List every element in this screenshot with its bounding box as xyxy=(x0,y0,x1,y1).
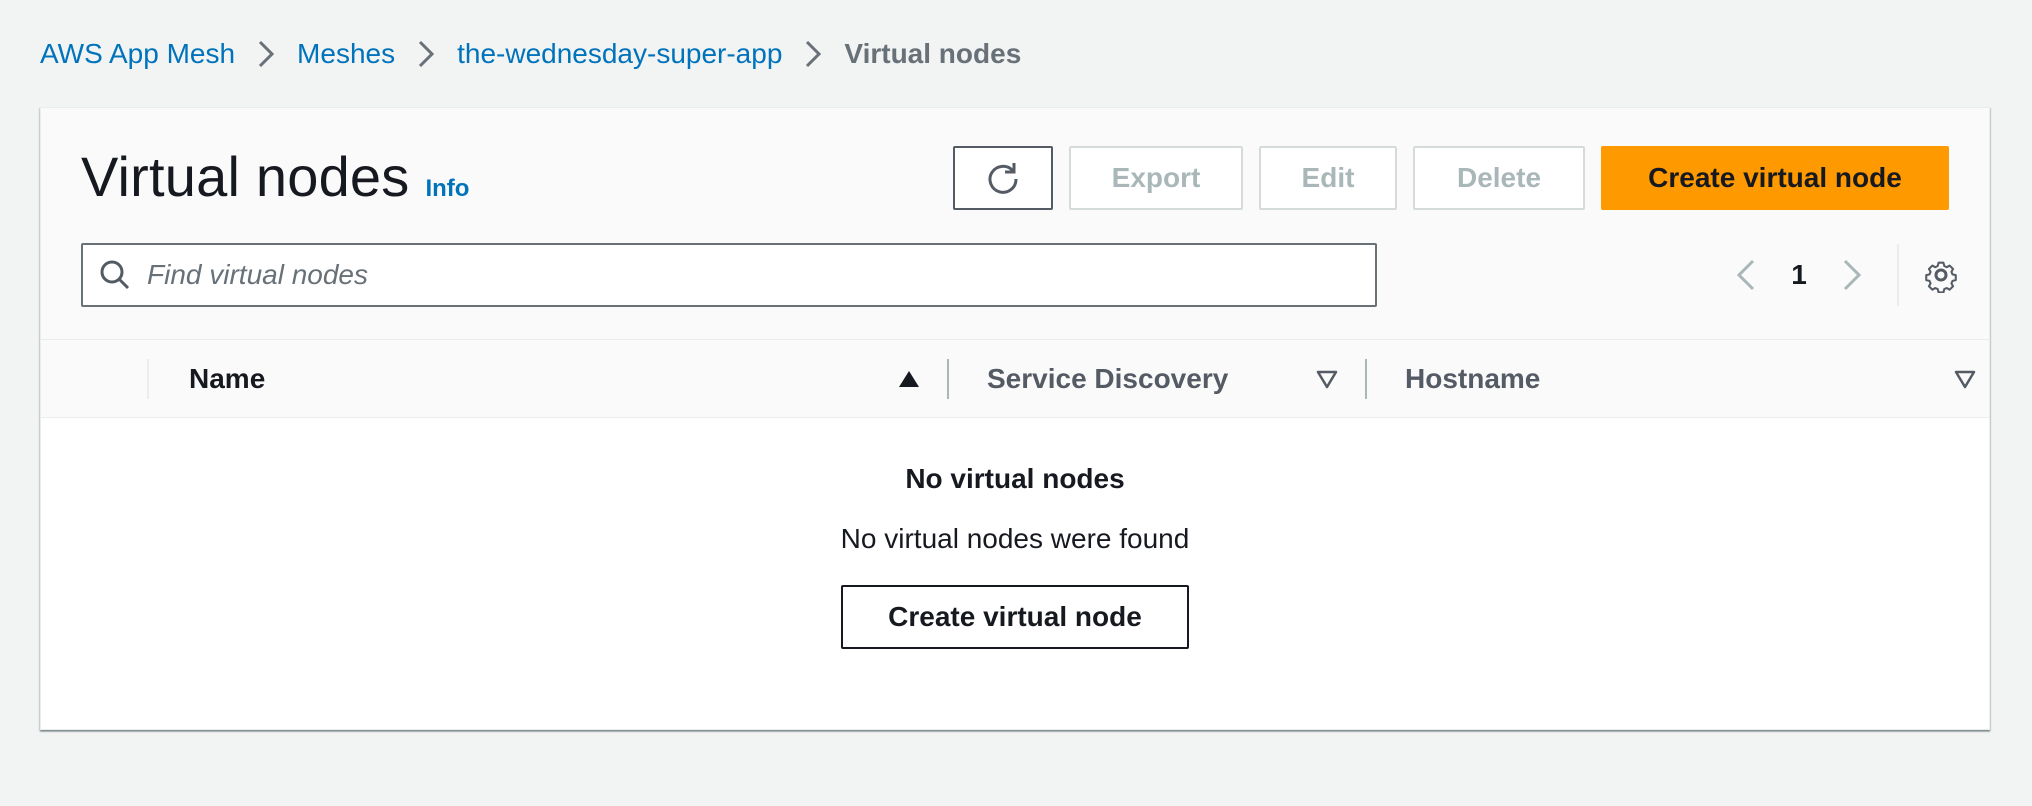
column-hostname-label: Hostname xyxy=(1405,363,1541,394)
info-link[interactable]: Info xyxy=(425,175,469,203)
column-header-service-discovery[interactable]: Service Discovery xyxy=(987,340,1228,418)
next-page-button[interactable] xyxy=(1827,243,1877,307)
empty-state: No virtual nodes No virtual nodes were f… xyxy=(41,419,1989,729)
breadcrumb-meshes[interactable]: Meshes xyxy=(297,38,395,70)
search-input[interactable] xyxy=(147,247,1347,303)
previous-page-button[interactable] xyxy=(1721,243,1771,307)
column-header-hostname[interactable]: Hostname xyxy=(1405,340,1540,418)
chevron-right-icon xyxy=(782,34,844,74)
column-header-name[interactable]: Name xyxy=(189,340,265,418)
chevron-right-icon xyxy=(1843,259,1862,291)
sort-ascending-icon[interactable] xyxy=(897,367,921,391)
breadcrumb-mesh[interactable]: the-wednesday-super-app xyxy=(457,38,782,70)
column-name-label: Name xyxy=(189,363,266,394)
preferences-button[interactable] xyxy=(1919,253,1963,297)
title-row: Virtual nodes Info xyxy=(81,144,469,214)
page-title: Virtual nodes xyxy=(81,145,410,208)
page-number[interactable]: 1 xyxy=(1771,259,1827,291)
empty-state-description: No virtual nodes were found xyxy=(840,523,1190,554)
pagination: 1 xyxy=(1721,243,1963,307)
chevron-right-icon xyxy=(395,34,457,74)
breadcrumb: AWS App Mesh Meshes the-wednesday-super-… xyxy=(40,34,1021,74)
search-icon xyxy=(83,245,147,305)
empty-state-title: No virtual nodes xyxy=(905,463,1125,494)
gear-icon xyxy=(1925,261,1957,293)
edit-button[interactable]: Edit xyxy=(1259,146,1397,210)
virtual-nodes-table-container: Virtual nodes Info Export Edit Delete Cr… xyxy=(40,107,1990,730)
table-column-header: Name Service Discovery Hostname xyxy=(41,340,1989,418)
chevron-right-icon xyxy=(235,34,297,74)
refresh-icon xyxy=(988,163,1018,194)
sort-descending-icon[interactable] xyxy=(1315,367,1339,391)
table-header-panel: Virtual nodes Info Export Edit Delete Cr… xyxy=(41,108,1989,340)
export-button[interactable]: Export xyxy=(1069,146,1243,210)
refresh-button[interactable] xyxy=(953,146,1053,210)
delete-button[interactable]: Delete xyxy=(1413,146,1585,210)
breadcrumb-current: Virtual nodes xyxy=(844,38,1022,69)
breadcrumb-aws-app-mesh[interactable]: AWS App Mesh xyxy=(40,38,235,70)
column-divider[interactable] xyxy=(947,359,949,399)
chevron-left-icon xyxy=(1736,259,1755,291)
search-box xyxy=(81,243,1377,307)
column-divider[interactable] xyxy=(1365,359,1367,399)
empty-create-virtual-node-button[interactable]: Create virtual node xyxy=(841,585,1189,649)
sort-descending-icon[interactable] xyxy=(1953,367,1977,391)
create-virtual-node-button[interactable]: Create virtual node xyxy=(1601,146,1949,210)
pagination-divider xyxy=(1897,244,1899,306)
column-divider xyxy=(147,359,149,399)
action-buttons: Export Edit Delete Create virtual node xyxy=(953,146,1949,210)
column-service-discovery-label: Service Discovery xyxy=(987,363,1229,394)
